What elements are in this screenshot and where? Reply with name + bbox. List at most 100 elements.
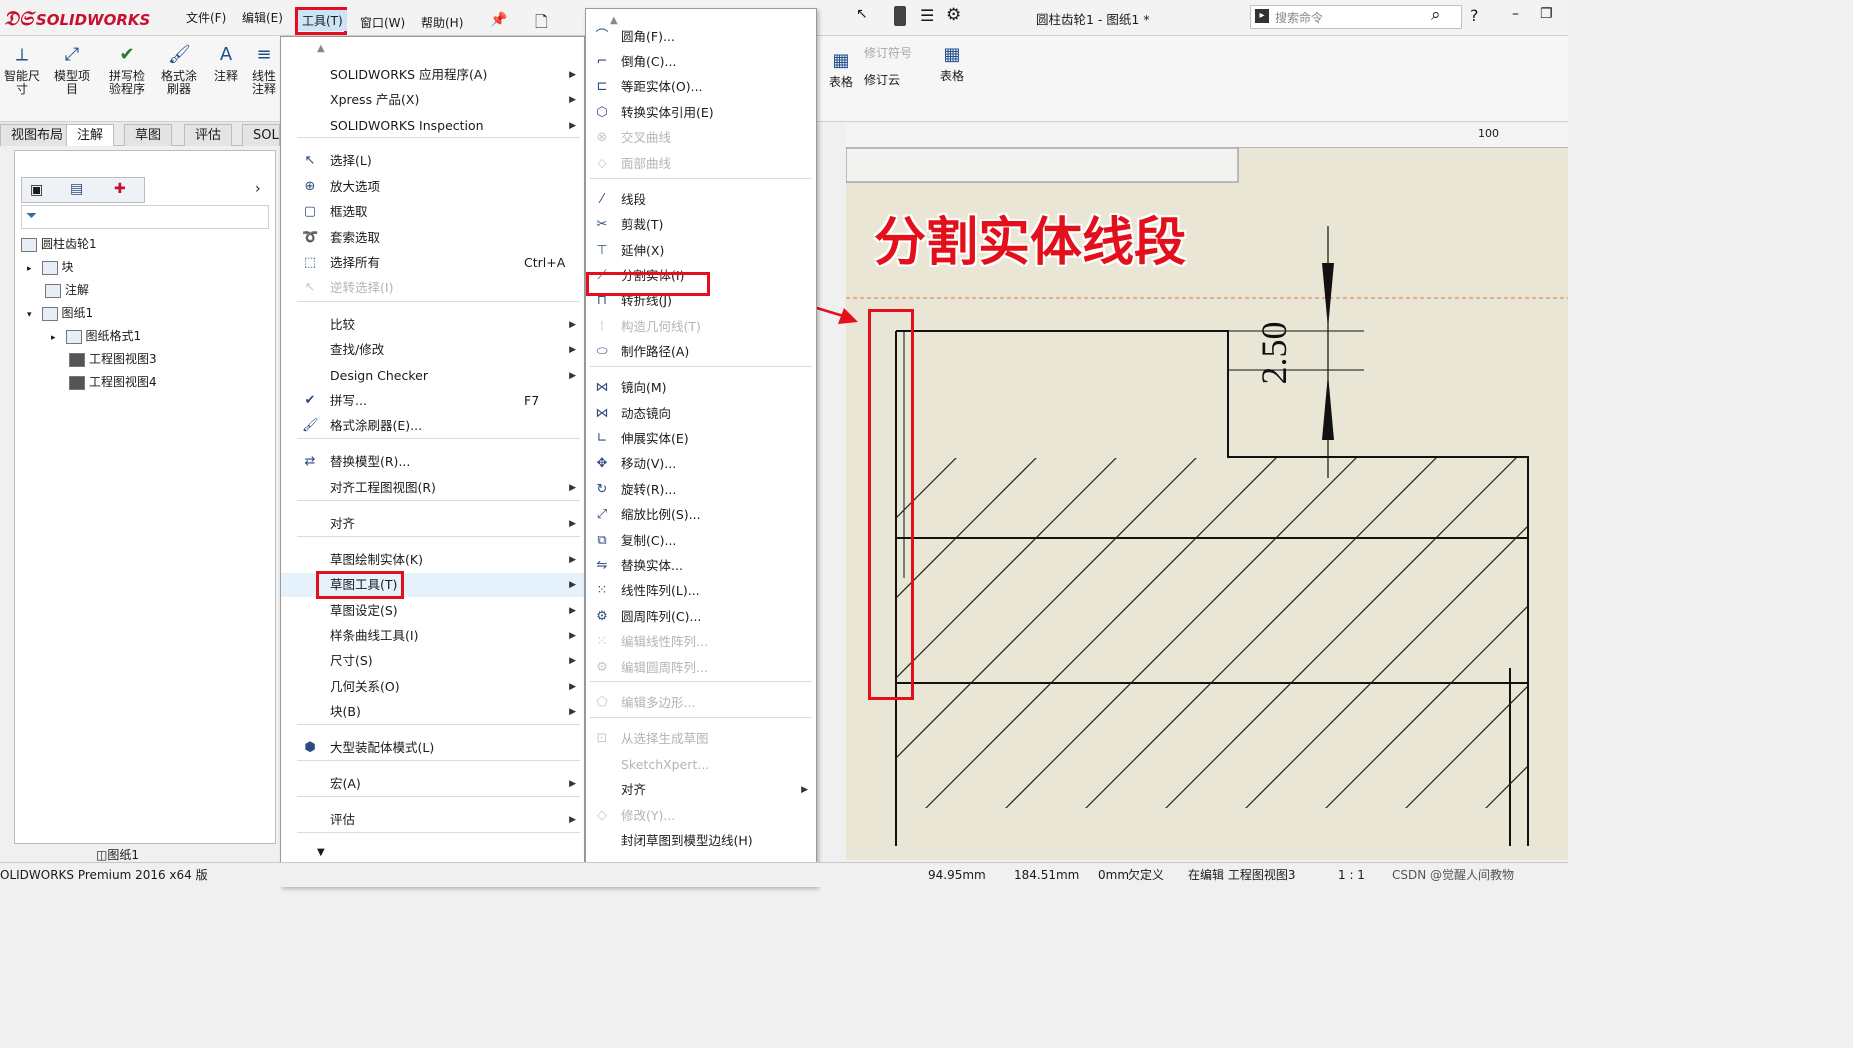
linear-note-button[interactable]: ≡ 线性注释 — [248, 44, 280, 96]
table-button[interactable]: ▦ 表格 — [826, 50, 856, 89]
sketch-tools-item-edit-linear[interactable]: ⁙ 编辑线性阵列... — [586, 630, 816, 654]
help-icon[interactable]: ? — [1470, 6, 1479, 25]
sketch-tools-item-convert[interactable]: ⬡ 转换实体引用(E) — [586, 101, 816, 125]
tools-menu-item-findmod[interactable]: 查找/修改 ▶ — [281, 338, 584, 362]
sketch-tools-item-offset[interactable]: ⊏ 等距实体(O)... — [586, 75, 816, 99]
search-box[interactable]: ▸ 搜索命令 ⌕ — [1250, 5, 1462, 29]
scroll-up-icon[interactable]: ▲ — [317, 43, 325, 54]
note-button[interactable]: A 注释 — [210, 44, 242, 83]
options-list-icon[interactable]: ☰ — [920, 6, 934, 25]
tools-menu-item-lasso[interactable]: ➰ 套索选取 — [281, 226, 584, 250]
table-button-2[interactable]: ▦ 表格 — [934, 44, 970, 83]
tools-menu-item-dims[interactable]: 尺寸(S) ▶ — [281, 649, 584, 673]
tree-item-annotations[interactable]: 注解 — [45, 281, 89, 301]
sketch-tools-item-sketch-from-selection[interactable]: ⊡ 从选择生成草图 — [586, 727, 816, 751]
sketch-tools-item-segment[interactable]: ⁄ 线段 — [586, 188, 816, 212]
spell-checker-button[interactable]: ✔ 拼写检验程序 — [104, 44, 150, 96]
minimize-icon[interactable]: – — [1512, 6, 1519, 22]
tab-sketch[interactable]: 草图 — [124, 124, 173, 146]
menu-window[interactable]: 窗口(W) — [360, 14, 405, 31]
tools-menu-item-xpress[interactable]: Xpress 产品(X) ▶ — [281, 88, 584, 112]
sketch-tools-item-edit-circular[interactable]: ⚙ 编辑圆周阵列... — [586, 656, 816, 680]
sketch-tools-item-extend[interactable]: ⊤ 延伸(X) — [586, 239, 816, 263]
tab-solidworks[interactable]: SOLI — [242, 124, 280, 146]
tools-menu-item-sketchset[interactable]: 草图设定(S) ▶ — [281, 599, 584, 623]
tools-menu-item-zoom[interactable]: ⊕ 放大选项 — [281, 175, 584, 199]
tools-menu-item-align[interactable]: 对齐 ▶ — [281, 512, 584, 536]
traffic-light-icon[interactable] — [894, 6, 906, 26]
tools-menu-item-sketchent[interactable]: 草图绘制实体(K) ▶ — [281, 548, 584, 572]
smart-dimension-button[interactable]: ⟂ 智能尺寸 — [0, 44, 44, 96]
tools-menu-item-checker[interactable]: Design Checker ▶ — [281, 364, 584, 388]
tools-menu-item-relations[interactable]: 几何关系(O) ▶ — [281, 675, 584, 699]
sketch-tools-item-linear-pattern[interactable]: ⁙ 线性阵列(L)... — [586, 579, 816, 603]
tools-menu-item-spline[interactable]: 样条曲线工具(I) ▶ — [281, 624, 584, 648]
menu-tools[interactable]: 工具(T) — [298, 10, 347, 31]
model-items-button[interactable]: ⤢ 模型项目 — [50, 44, 94, 96]
menu-file[interactable]: 文件(F) — [186, 0, 226, 36]
revision-cloud-button[interactable]: 修订云 — [864, 71, 900, 88]
tools-menu-item-largeasm[interactable]: ⬢ 大型装配体模式(L) — [281, 736, 584, 760]
property-manager-tab-icon[interactable]: ▤ — [70, 181, 83, 197]
filter-box[interactable]: ⏷ — [21, 205, 269, 229]
tree-item-block[interactable]: ▸ 块 — [27, 258, 74, 278]
pin-icon[interactable]: 📌 — [490, 12, 507, 28]
sketch-tools-item-intersect[interactable]: ⊗ 交叉曲线 — [586, 126, 816, 150]
menu-help[interactable]: 帮助(H) — [421, 14, 463, 31]
sketch-tools-item-make-path[interactable]: ⬭ 制作路径(A) — [586, 340, 816, 364]
sketch-tools-item-rotate[interactable]: ↻ 旋转(R)... — [586, 478, 816, 502]
sketch-tools-item-copy[interactable]: ⧉ 复制(C)... — [586, 529, 816, 553]
config-manager-tab-icon[interactable]: ✚ — [114, 181, 126, 197]
tools-menu-item-spell[interactable]: ✔ 拼写... F7 — [281, 389, 584, 413]
scale-status[interactable]: 1 : 1 — [1338, 863, 1365, 887]
tools-menu-item-select[interactable]: ↖ 选择(L) — [281, 149, 584, 173]
tools-menu-item-alignview[interactable]: 对齐工程图视图(R) ▶ — [281, 476, 584, 500]
tree-item-drawing-view3[interactable]: 工程图视图3 — [69, 350, 157, 370]
gear-icon[interactable]: ⚙ — [946, 5, 961, 25]
sketch-tools-item-trim[interactable]: ✂ 剪裁(T) — [586, 213, 816, 237]
tools-menu-item-macro[interactable]: 宏(A) ▶ — [281, 772, 584, 796]
restore-icon[interactable]: ❐ — [1540, 6, 1553, 22]
sketch-tools-item-dynamic-mirror[interactable]: ⋈ 动态镜向 — [586, 402, 816, 426]
sketch-tools-item-chamfer[interactable]: ⌐ 倒角(C)... — [586, 50, 816, 74]
tab-evaluate[interactable]: 评估 — [184, 124, 233, 146]
tree-item-sheet-format1[interactable]: ▸ 图纸格式1 — [51, 327, 141, 347]
sketch-tools-item-circular-pattern[interactable]: ⚙ 圆周阵列(C)... — [586, 605, 816, 629]
select-arrow-icon[interactable]: ↖ — [856, 6, 868, 22]
tree-root[interactable]: 圆柱齿轮1 — [21, 235, 97, 255]
scroll-down-icon[interactable]: ▼ — [317, 847, 325, 858]
sketch-tools-item-stretch[interactable]: ∟ 伸展实体(E) — [586, 427, 816, 451]
tools-menu-item-app[interactable]: SOLIDWORKS 应用程序(A) ▶ — [281, 63, 584, 87]
tab-annotation[interactable]: 注解 — [66, 124, 115, 146]
sketch-tools-item-align[interactable]: 对齐 ▶ — [586, 778, 816, 802]
sheet-tab[interactable]: ◫图纸1 — [96, 846, 139, 863]
sketch-tools-item-modify[interactable]: ◇ 修改(Y)... — [586, 804, 816, 828]
format-painter-button[interactable]: 🖌 格式涂刷器 — [156, 44, 202, 96]
tools-menu-item-replace[interactable]: ⇄ 替换模型(R)... — [281, 450, 584, 474]
tools-menu-item-evaluate[interactable]: 评估 ▶ — [281, 808, 584, 832]
tree-item-drawing-view4[interactable]: 工程图视图4 — [69, 373, 157, 393]
sketch-tools-item-move[interactable]: ✥ 移动(V)... — [586, 452, 816, 476]
tools-menu-item-compare[interactable]: 比较 ▶ — [281, 313, 584, 337]
sketch-tools-item-face-curve[interactable]: ⬦ 面部曲线 — [586, 152, 816, 176]
feature-manager-tab-icon[interactable]: ▣ — [30, 182, 43, 198]
tools-menu-item-selall[interactable]: ⬚ 选择所有 Ctrl+A — [281, 251, 584, 275]
tools-menu-item-inspect[interactable]: SOLIDWORKS Inspection ▶ — [281, 114, 584, 138]
tools-menu-item-invert[interactable]: ↖ 逆转选择(I) — [281, 276, 584, 300]
tools-menu-item-block[interactable]: 块(B) ▶ — [281, 700, 584, 724]
sketch-tools-item-edit-polygon[interactable]: ⬠ 编辑多边形... — [586, 691, 816, 715]
tools-menu-item-box[interactable]: ▢ 框选取 — [281, 200, 584, 224]
menu-edit[interactable]: 编辑(E) — [242, 0, 283, 36]
sketch-tools-item-fillet[interactable]: ⌒ 圆角(F)... — [586, 25, 816, 49]
sketch-tools-item-scale[interactable]: ⤢ 缩放比例(S)... — [586, 503, 816, 527]
sketch-tools-item-construction[interactable]: ⁞ 构造几何线(T) — [586, 315, 816, 339]
tree-item-sheet1[interactable]: ▾ 图纸1 — [27, 304, 93, 324]
expand-chevron-icon[interactable]: › — [255, 181, 261, 197]
sketch-tools-item-close-sketch[interactable]: 封闭草图到模型边线(H) — [586, 829, 816, 853]
new-document-icon[interactable]: 🗋 — [535, 11, 548, 38]
tools-menu-item-painter[interactable]: 🖌 格式涂刷器(E)... — [281, 414, 584, 438]
tab-view-layout[interactable]: 视图布局 — [0, 124, 75, 146]
search-icon[interactable]: ⌕ — [1431, 5, 1441, 25]
sketch-tools-item-sketchxpert[interactable]: SketchXpert... — [586, 753, 816, 777]
revision-symbol-button[interactable]: 修订符号 — [864, 44, 912, 61]
